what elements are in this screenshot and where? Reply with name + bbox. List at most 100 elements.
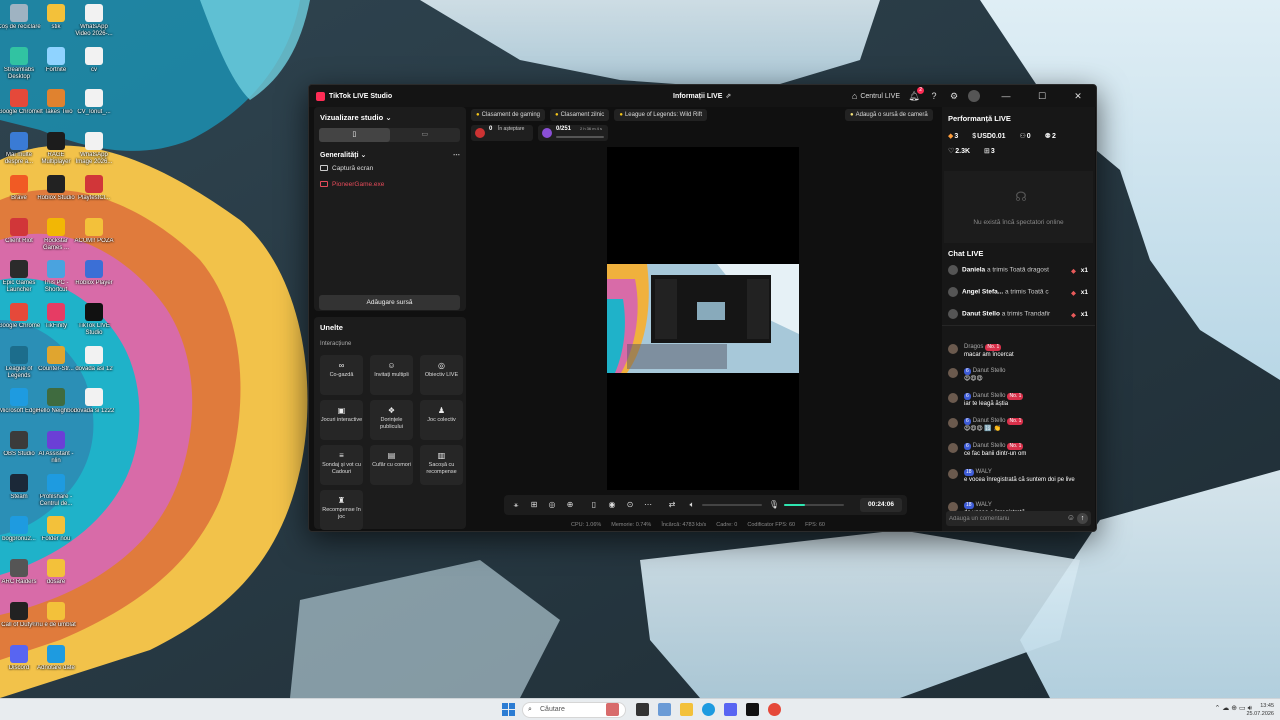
desktop-icon[interactable]: Folder nou — [34, 516, 78, 543]
magic-wand-icon[interactable]: ⚹ — [510, 499, 522, 511]
widget-icon[interactable] — [606, 703, 619, 716]
profile-avatar[interactable] — [968, 90, 980, 102]
speaker-volume-slider[interactable] — [702, 504, 762, 506]
chat-username[interactable]: WALY — [976, 502, 992, 508]
gift-user[interactable]: Daniela — [962, 267, 985, 274]
tool-item[interactable]: ♟ Joc colectiv — [420, 400, 463, 440]
send-icon[interactable]: ↑ — [1077, 513, 1088, 524]
desktop-icon[interactable]: dosare — [34, 559, 78, 586]
close-button[interactable]: ✕ — [1060, 91, 1096, 102]
desktop-icon[interactable]: PlaytestCl... — [72, 174, 116, 202]
notification-badge: 2 — [917, 87, 924, 94]
chat-divider — [942, 325, 1095, 326]
desktop-icon[interactable]: Adnotare date — [34, 644, 78, 672]
chat-username[interactable]: WALY — [976, 469, 992, 475]
folder-icon[interactable] — [680, 703, 693, 716]
diamond-icon: ◆ — [948, 133, 954, 140]
tool-item[interactable]: ❖ Dorințele publicului — [370, 400, 413, 440]
taskbar-clock[interactable]: 13:45 25.07.2026 — [1246, 702, 1274, 718]
leaderboard-pills: ● Clasament de gaming ● Clasament zilnic ●… — [471, 109, 712, 121]
desktop-icon[interactable]: nu e de umblat — [34, 601, 78, 629]
desktop-icon[interactable]: Roblox Player — [72, 260, 116, 287]
tool-item[interactable]: ▥ Sacoșă cu recompense — [420, 445, 463, 485]
waiting-viewers-card[interactable]: 0 În așteptare — [471, 125, 533, 141]
file-explorer-icon[interactable] — [658, 703, 671, 716]
mic-volume-slider[interactable] — [784, 504, 844, 506]
source-item-screen-capture[interactable]: Captură ecran — [320, 165, 373, 172]
speaker-icon[interactable]: 🔈︎ — [686, 499, 698, 511]
settings-gear-icon[interactable]: ⚙ — [948, 90, 960, 102]
add-source-button[interactable]: Adăugare sursă — [319, 295, 460, 310]
level-badge: 6 — [964, 368, 971, 375]
studio-view-dropdown[interactable]: Vizualizare studio ⌄ — [320, 113, 392, 122]
daily-leaderboard-pill[interactable]: ● Clasament zilnic — [550, 109, 610, 121]
desktop-icon[interactable]: ACUM!! POZA — [72, 217, 116, 245]
live-info-title[interactable]: Informații LIVE ⇗ — [673, 92, 731, 100]
desktop-icon[interactable]: Profilshare - Centrul de... — [34, 473, 78, 508]
more-options-icon[interactable]: ⋯ — [453, 151, 460, 159]
minimize-button[interactable]: — — [988, 91, 1024, 101]
tool-item[interactable]: ∞ Co-gazdă — [320, 355, 363, 395]
app-icon — [10, 46, 28, 65]
live-center-button[interactable]: ⌂ Centrul LIVE — [852, 91, 900, 101]
tool-label: Joc colectiv — [427, 417, 456, 423]
replay-icon[interactable]: ⊙ — [624, 499, 636, 511]
tool-item[interactable]: ◎ Obiectiv LIVE — [420, 355, 463, 395]
live-goal-card[interactable]: 0/251 2 h 36 m 4 s — [538, 125, 608, 141]
desktop-icon[interactable]: WhatsApp Video 2026-... — [72, 4, 116, 38]
chat-username[interactable]: Danut Stello — [973, 393, 1006, 399]
layout-icon[interactable]: ⊞ — [528, 499, 540, 511]
gift-notification: Angel Stefa... a trimis Toată c ◆ x1 — [948, 287, 1090, 305]
microphone-icon[interactable]: 🎙︎ — [768, 499, 780, 511]
tool-item[interactable]: ▣ Jocuri interactive — [320, 400, 363, 440]
desktop-icon[interactable]: CV_Ionut_... — [72, 89, 116, 116]
tool-item[interactable]: ☺ Invitați multipli — [370, 355, 413, 395]
more-icon[interactable]: ⋯ — [642, 499, 654, 511]
add-scene-icon[interactable]: ⊕ — [564, 499, 576, 511]
app-icon — [47, 345, 65, 364]
add-camera-source-button[interactable]: ● Adaugă o sursă de cameră — [845, 109, 933, 121]
title-bar-controls: ⌂ Centrul LIVE 🔔︎ 2 ? ⚙ — ☐ ✕ — [852, 85, 1096, 107]
record-icon[interactable]: ◉ — [606, 499, 618, 511]
gift-user[interactable]: Angel Stefa... — [962, 289, 1003, 296]
desktop-icon[interactable]: dovada si 1222 — [72, 388, 116, 415]
notifications-bell-icon[interactable]: 🔔︎ 2 — [908, 87, 924, 102]
source-item-game[interactable]: PioneerGame.exe — [320, 181, 384, 188]
tiktok-icon[interactable] — [746, 703, 759, 716]
phone-icon[interactable]: ▯ — [588, 499, 600, 511]
gift-user[interactable]: Danut Stello — [962, 311, 1000, 318]
landscape-orientation-icon[interactable]: ▭ — [390, 128, 461, 142]
desktop-icon[interactable]: dovada asi 12 — [72, 345, 116, 373]
desktop-icon[interactable]: TikTok LIVE Studio — [72, 302, 116, 337]
chrome-icon[interactable] — [768, 703, 781, 716]
chat-username[interactable]: Danut Stello — [973, 443, 1006, 449]
maximize-button[interactable]: ☐ — [1024, 91, 1060, 102]
help-icon[interactable]: ? — [928, 90, 940, 102]
desktop-icon[interactable]: cv — [72, 46, 116, 74]
stream-preview[interactable] — [607, 147, 799, 490]
game-category-pill[interactable]: ● League of Legends: Wild Rift — [614, 109, 707, 121]
windows-start-icon[interactable] — [502, 703, 515, 716]
chat-username[interactable]: Dragos — [964, 344, 983, 350]
effects-icon[interactable]: ◎ — [546, 499, 558, 511]
comment-input[interactable] — [949, 511, 1059, 526]
tool-item[interactable]: ≡ Sondaj și vot cu Cadouri — [320, 445, 363, 485]
discord-icon[interactable] — [724, 703, 737, 716]
search-placeholder: Căutare — [540, 706, 565, 713]
task-view-icon[interactable] — [636, 703, 649, 716]
tool-label: Obiectiv LIVE — [424, 372, 459, 378]
general-scene-dropdown[interactable]: Generalități ⌄ ⋯ — [320, 151, 460, 159]
audio-mixer-icon[interactable]: ⇄ — [666, 499, 678, 511]
desktop-icon-label: Folder nou — [41, 536, 71, 543]
tool-item[interactable]: ▤ Cufăr cu comori — [370, 445, 413, 485]
emoji-icon[interactable]: ☺ — [1067, 513, 1075, 522]
tool-item[interactable]: ♜ Recompense în joc — [320, 490, 363, 530]
gaming-leaderboard-pill[interactable]: ● Clasament de gaming — [471, 109, 545, 121]
portrait-orientation-icon[interactable]: ▯ — [319, 128, 390, 142]
desktop-icon[interactable]: AI Assistant - nlin — [34, 431, 78, 465]
chat-username[interactable]: Danut Stello — [973, 418, 1006, 424]
empty-viewers-illustration-icon: ☊ — [1015, 189, 1027, 204]
edge-icon[interactable] — [702, 703, 715, 716]
desktop-icon[interactable]: WhatsApp Image 2026... — [72, 132, 116, 166]
chat-username[interactable]: Danut Stello — [973, 368, 1006, 374]
